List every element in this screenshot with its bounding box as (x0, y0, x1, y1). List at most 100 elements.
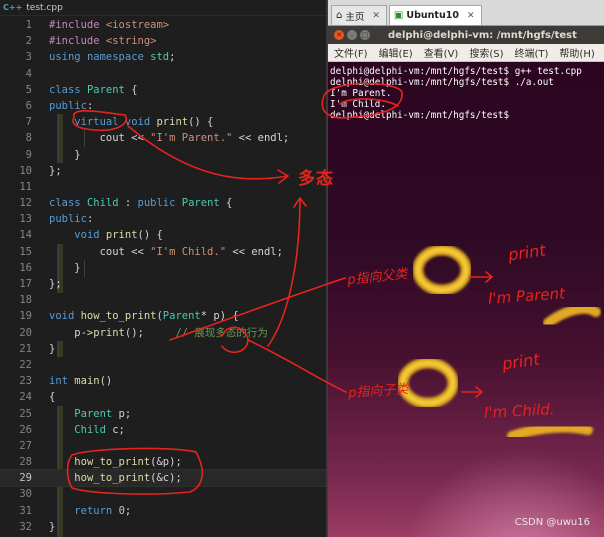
code-line[interactable]: 2 #include <string> (0, 33, 326, 49)
line-number: 31 (19, 504, 32, 517)
close-icon[interactable]: ✕ (467, 11, 475, 21)
line-number: 22 (19, 358, 32, 371)
code-token: : (86, 99, 94, 112)
code-text: #include <iostream> (49, 17, 169, 33)
code-line[interactable]: 20 p->print(); // 展现多态的行为 (0, 325, 326, 341)
code-line[interactable]: 11 (0, 179, 326, 195)
code-line[interactable]: 15 cout << "I'm Child." << endl; (0, 244, 326, 260)
line-number: 21 (19, 342, 32, 355)
code-line[interactable]: 13 public: (0, 211, 326, 227)
code-text: #include <string> (49, 33, 156, 49)
code-token: }; (49, 278, 62, 290)
code-token: Parent (74, 407, 113, 420)
terminal-line: delphi@delphi-vm:/mnt/hgfs/test$ (330, 110, 515, 121)
code-line[interactable]: 5 class Parent { (0, 82, 326, 98)
maximize-window-button[interactable]: □ (360, 30, 370, 40)
tab-ubuntu10[interactable]: ▣ Ubuntu10 ✕ (388, 5, 482, 25)
line-number: 11 (19, 180, 32, 193)
line-number: 7 (25, 116, 32, 129)
code-line[interactable]: 30 (0, 486, 326, 502)
code-line[interactable]: 22 (0, 357, 326, 373)
code-token: p-> (49, 326, 94, 339)
line-number: 5 (25, 83, 32, 96)
close-icon[interactable]: ✕ (372, 11, 380, 21)
code-token: print (105, 229, 138, 242)
code-token: (&c); (150, 472, 182, 485)
code-line[interactable]: 4 (0, 66, 326, 82)
code-line[interactable]: 26 Child c; (0, 422, 326, 438)
code-line[interactable]: 25 Parent p; (0, 406, 326, 422)
code-token: #include (49, 19, 106, 31)
menu-view[interactable]: 查看(V) (424, 45, 459, 60)
code-text: void how_to_print(Parent* p) { (49, 308, 239, 324)
code-line[interactable]: 1 #include <iostream> (0, 17, 326, 33)
code-line[interactable]: 31 return 0; (0, 503, 326, 519)
code-token: c; (105, 423, 125, 436)
code-token: { (219, 197, 233, 210)
code-line[interactable]: 24 { (0, 389, 326, 405)
code-token: <iostream> (105, 19, 170, 31)
code-line[interactable]: 9 } (0, 147, 326, 163)
line-number: 14 (19, 229, 32, 242)
code-token: Child (86, 197, 119, 210)
menu-search[interactable]: 搜索(S) (469, 45, 503, 60)
code-text: class Parent { (49, 82, 138, 98)
code-line[interactable]: 21} (0, 341, 326, 357)
code-text: } (49, 147, 80, 163)
code-line[interactable]: 8 cout << "I'm Parent." << endl; (0, 130, 326, 146)
code-text: Parent p; (49, 406, 131, 422)
code-line[interactable]: 16 } (0, 260, 326, 276)
terminal-line: I'm Parent. (330, 88, 392, 99)
code-line[interactable]: 3 using namespace std; (0, 49, 326, 65)
menu-terminal[interactable]: 终端(T) (515, 45, 549, 60)
terminal-line: I'm Child. (330, 99, 386, 110)
code-token: } (49, 261, 81, 274)
code-token: ; (124, 504, 132, 517)
line-number: 16 (19, 261, 32, 274)
code-text: return 0; (49, 503, 131, 519)
code-line[interactable]: 12 class Child : public Parent { (0, 195, 326, 211)
code-line[interactable]: 27 (0, 438, 326, 454)
close-window-button[interactable]: ✕ (334, 30, 344, 40)
editor-tab[interactable]: C++ test.cpp (0, 0, 326, 16)
minimize-window-button[interactable]: – (347, 30, 357, 40)
code-token: how_to_print (74, 472, 151, 485)
line-number: 13 (19, 213, 32, 226)
code-token: // 展现多态的行为 (175, 326, 268, 339)
code-token: }; (49, 164, 62, 177)
code-token: int (49, 375, 75, 388)
code-line[interactable]: 32} (0, 519, 326, 535)
tab-home[interactable]: ⌂ 主页 ✕ (331, 5, 387, 25)
line-number: 26 (19, 423, 32, 436)
code-token: main (74, 375, 100, 388)
terminal-title-bar[interactable]: ✕ – □ delphi@delphi-vm: /mnt/hgfs/test (328, 26, 604, 44)
line-number: 32 (19, 520, 32, 533)
line-number: 19 (19, 310, 32, 323)
code-area[interactable]: 1 #include <iostream> 2 #include <string> 3 u… (0, 17, 327, 537)
code-token: return (74, 504, 119, 517)
menu-file[interactable]: 文件(F) (334, 45, 368, 60)
code-token: <string> (105, 35, 157, 48)
vm-icon: ▣ (393, 10, 404, 21)
code-text: } (49, 341, 55, 357)
code-line[interactable]: 29 how_to_print(&c); (0, 469, 327, 488)
line-number: 1 (25, 19, 32, 31)
terminal-line: delphi@delphi-vm:/mnt/hgfs/test$ ./a.out (330, 77, 554, 88)
menu-help[interactable]: 帮助(H) (559, 45, 594, 60)
code-line[interactable]: 10}; (0, 163, 326, 179)
code-line[interactable]: 14 void print() { (0, 227, 326, 243)
code-line[interactable]: 23 int main() (0, 373, 326, 389)
code-line[interactable]: 6 public: (0, 98, 326, 114)
code-token: cout << (49, 132, 151, 145)
code-editor: C++ test.cpp 1 #include <iostream> 2 #inclu… (0, 0, 327, 537)
code-text: { (49, 389, 55, 405)
code-line[interactable]: 18 (0, 292, 326, 308)
code-line[interactable]: 28 how_to_print(&p); (0, 454, 326, 470)
code-token: print (93, 326, 125, 339)
code-line[interactable]: 19 void how_to_print(Parent* p) { (0, 308, 326, 324)
menu-edit[interactable]: 编辑(E) (379, 45, 413, 60)
code-line[interactable]: 17}; (0, 276, 326, 292)
code-line[interactable]: 7 virtual void print() { (0, 114, 326, 130)
